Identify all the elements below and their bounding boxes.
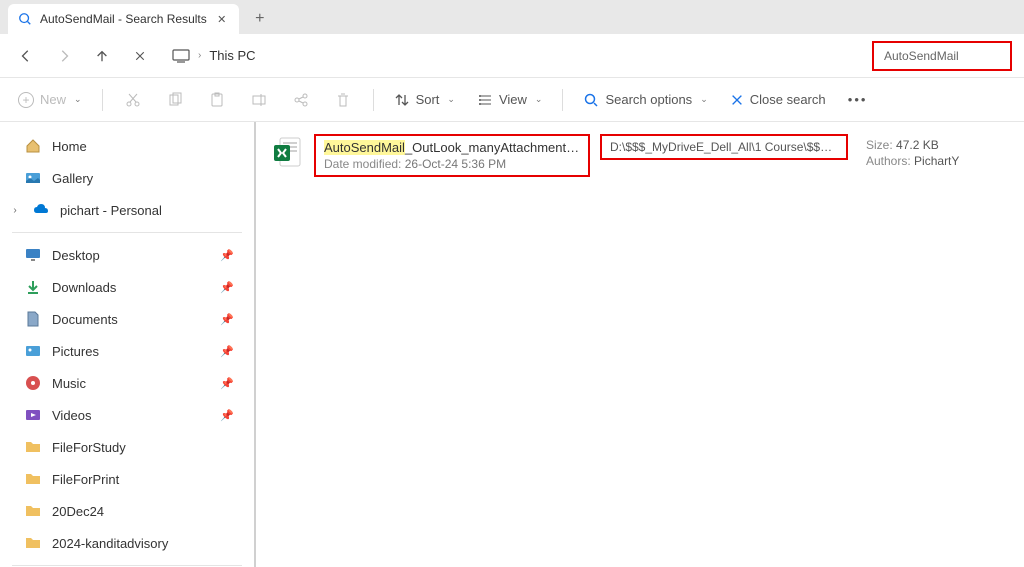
separator <box>102 89 103 111</box>
chevron-down-icon: ⌄ <box>700 94 708 105</box>
sidebar-item-folder[interactable]: 2024-kanditadvisory <box>0 527 254 559</box>
folder-icon <box>24 470 42 488</box>
result-name-column: AutoSendMail_OutLook_manyAttachment.x… D… <box>314 134 590 177</box>
new-tab-button[interactable]: + <box>245 4 275 34</box>
close-icon <box>730 93 744 107</box>
close-nav-button[interactable] <box>122 38 158 74</box>
toolbar: + New ⌄ Sort ⌄ View ⌄ Search options ⌄ C… <box>0 78 1024 122</box>
sidebar-item-folder[interactable]: 20Dec24 <box>0 495 254 527</box>
new-button[interactable]: + New ⌄ <box>10 84 90 116</box>
sidebar-home[interactable]: Home <box>0 130 254 162</box>
pin-icon: 📌 <box>220 281 234 294</box>
video-icon <box>24 406 42 424</box>
result-filename: AutoSendMail_OutLook_manyAttachment.x… <box>324 140 580 155</box>
sidebar-item-downloads[interactable]: Downloads 📌 <box>0 271 254 303</box>
result-meta-column: Size: 47.2 KB Authors: PichartY <box>858 134 967 174</box>
chevron-down-icon: ⌄ <box>447 94 455 105</box>
plus-circle-icon: + <box>18 92 34 108</box>
pin-icon: 📌 <box>220 345 234 358</box>
pin-icon: 📌 <box>220 409 234 422</box>
music-icon <box>24 374 42 392</box>
excel-file-icon <box>272 136 304 168</box>
tab-title: AutoSendMail - Search Results <box>40 12 207 26</box>
paste-button[interactable] <box>199 84 235 116</box>
address-bar[interactable]: › This PC <box>160 48 870 63</box>
main-area: Home Gallery › pichart - Personal Deskto… <box>0 122 1024 567</box>
more-button[interactable]: ••• <box>840 84 876 116</box>
search-result-row[interactable]: AutoSendMail_OutLook_manyAttachment.x… D… <box>272 134 1008 177</box>
up-button[interactable] <box>84 38 120 74</box>
cut-button[interactable] <box>115 84 151 116</box>
folder-icon <box>24 502 42 520</box>
sidebar-item-videos[interactable]: Videos 📌 <box>0 399 254 431</box>
folder-icon <box>24 534 42 552</box>
window-tab[interactable]: AutoSendMail - Search Results ✕ <box>8 4 239 34</box>
pictures-icon <box>24 342 42 360</box>
pin-icon: 📌 <box>220 249 234 262</box>
breadcrumb-location[interactable]: This PC <box>209 48 255 63</box>
pin-icon: 📌 <box>220 377 234 390</box>
chevron-right-icon[interactable]: › <box>8 205 22 216</box>
title-bar: AutoSendMail - Search Results ✕ + <box>0 0 1024 34</box>
result-path-column: D:\$$$_MyDriveE_Dell_All\1 Course\$$$_01… <box>600 134 848 160</box>
chevron-down-icon: ⌄ <box>74 94 82 105</box>
search-input[interactable]: AutoSendMail <box>872 41 1012 71</box>
view-button[interactable]: View ⌄ <box>469 84 551 116</box>
ellipsis-icon: ••• <box>848 92 868 107</box>
monitor-icon <box>172 49 190 63</box>
document-icon <box>24 310 42 328</box>
sidebar-personal[interactable]: › pichart - Personal <box>0 194 254 226</box>
sort-icon <box>394 92 410 108</box>
folder-icon <box>24 438 42 456</box>
sidebar-item-desktop[interactable]: Desktop 📌 <box>0 239 254 271</box>
chevron-right-icon: › <box>198 50 201 61</box>
cloud-icon <box>32 201 50 219</box>
gallery-icon <box>24 169 42 187</box>
sidebar-item-pictures[interactable]: Pictures 📌 <box>0 335 254 367</box>
sort-button[interactable]: Sort ⌄ <box>386 84 463 116</box>
sidebar-item-folder[interactable]: FileForStudy <box>0 431 254 463</box>
nav-bar: › This PC AutoSendMail <box>0 34 1024 78</box>
separator <box>373 89 374 111</box>
divider <box>12 565 242 566</box>
pin-icon: 📌 <box>220 313 234 326</box>
tab-close-icon[interactable]: ✕ <box>215 12 229 26</box>
close-search-button[interactable]: Close search <box>722 84 834 116</box>
search-icon <box>583 92 599 108</box>
chevron-down-icon: ⌄ <box>535 94 543 105</box>
sidebar-gallery[interactable]: Gallery <box>0 162 254 194</box>
search-tab-icon <box>18 12 32 26</box>
back-button[interactable] <box>8 38 44 74</box>
delete-button[interactable] <box>325 84 361 116</box>
sidebar: Home Gallery › pichart - Personal Deskto… <box>0 122 256 567</box>
share-button[interactable] <box>283 84 319 116</box>
search-query: AutoSendMail <box>884 49 959 63</box>
result-modified: Date modified: 26-Oct-24 5:36 PM <box>324 157 580 171</box>
divider <box>12 232 242 233</box>
rename-button[interactable] <box>241 84 277 116</box>
copy-button[interactable] <box>157 84 193 116</box>
home-icon <box>24 137 42 155</box>
download-icon <box>24 278 42 296</box>
separator <box>562 89 563 111</box>
desktop-icon <box>24 246 42 264</box>
forward-button[interactable] <box>46 38 82 74</box>
content-area: AutoSendMail_OutLook_manyAttachment.x… D… <box>256 122 1024 567</box>
sidebar-item-folder[interactable]: FileForPrint <box>0 463 254 495</box>
sidebar-item-documents[interactable]: Documents 📌 <box>0 303 254 335</box>
view-icon <box>477 92 493 108</box>
sidebar-item-music[interactable]: Music 📌 <box>0 367 254 399</box>
search-options-button[interactable]: Search options ⌄ <box>575 84 715 116</box>
